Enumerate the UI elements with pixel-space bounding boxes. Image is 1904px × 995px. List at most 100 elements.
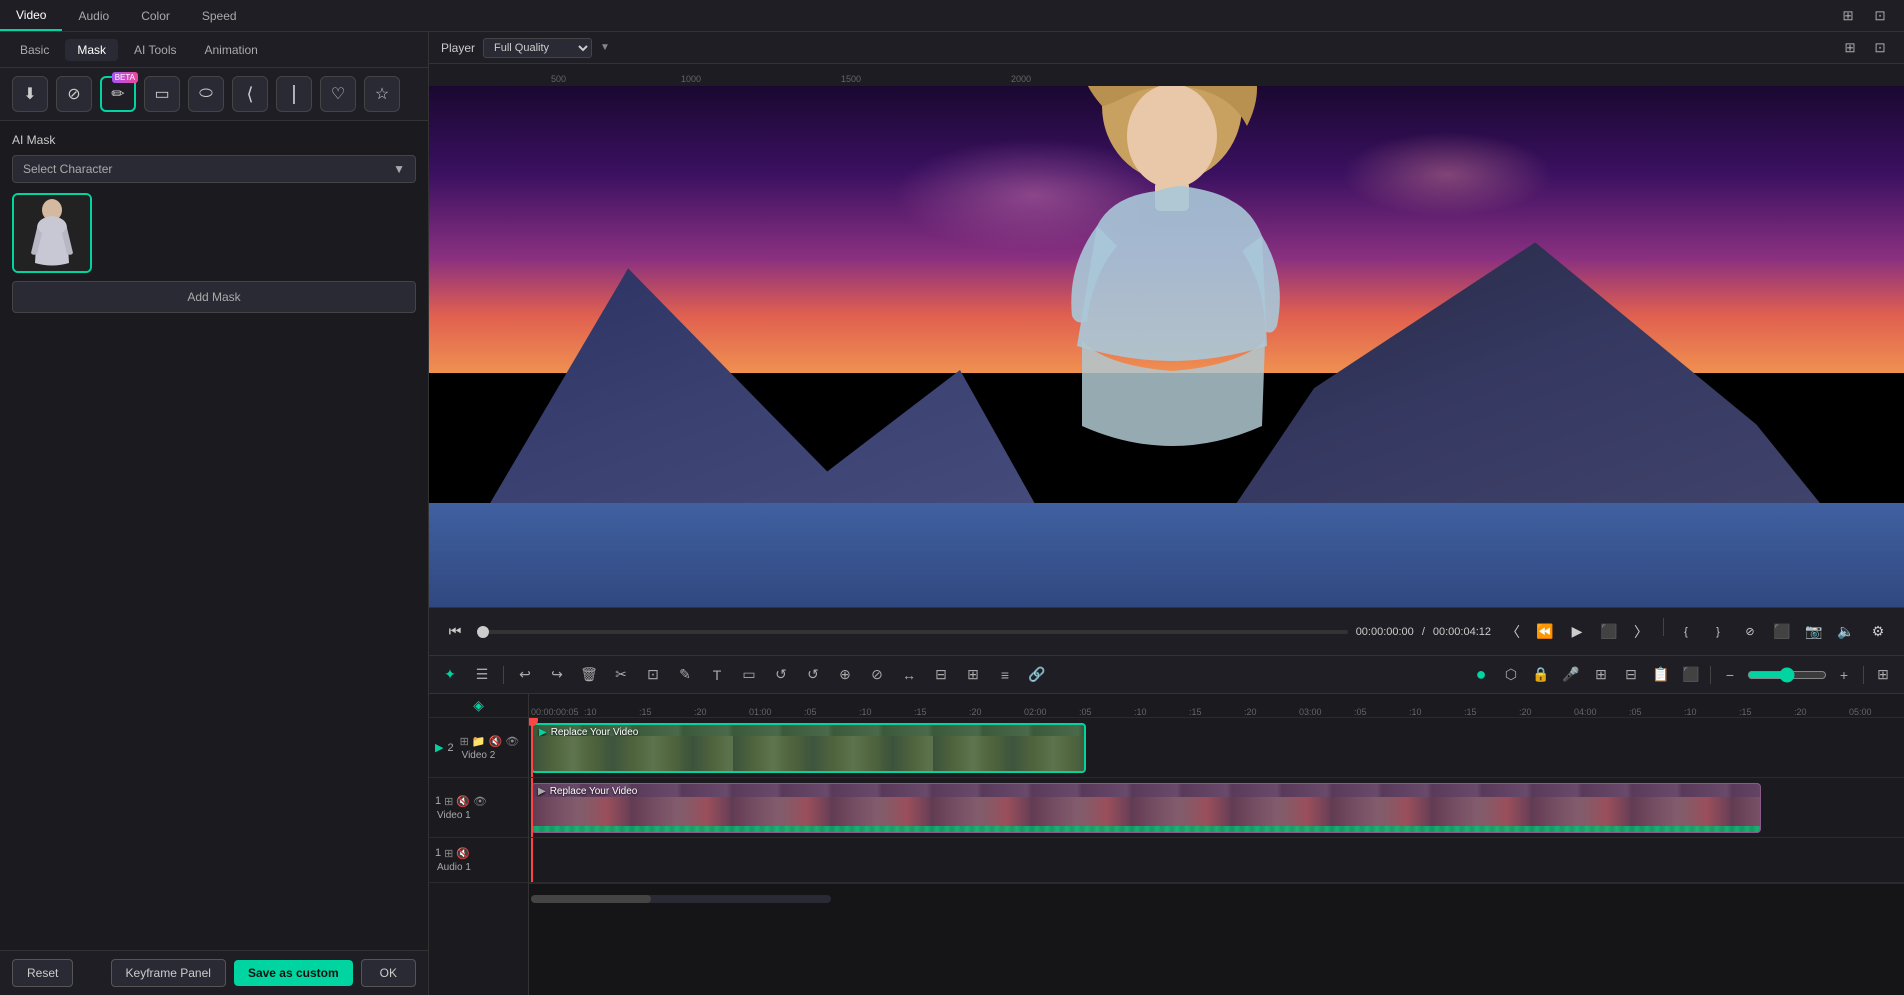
tracks-scrollable[interactable]: ▶ Replace Your Video [529, 718, 1904, 995]
video2-add-icon[interactable]: ⊞ [460, 735, 469, 748]
in-point-button[interactable]: { [1672, 618, 1700, 646]
tl-redo-icon[interactable]: ↪ [544, 662, 570, 688]
video2-frames [533, 736, 1084, 771]
tool-ellipse[interactable]: ⬭ [188, 76, 224, 112]
track-label-video2: ▶ 2 ⊞ 📁 🔇 👁 Video 2 [429, 718, 528, 778]
ok-button[interactable]: OK [361, 959, 416, 987]
single-layout-icon[interactable]: ⊡ [1868, 36, 1892, 60]
ruler-t8: :20 [969, 707, 1024, 717]
grid-icon[interactable]: ⊞ [1836, 4, 1860, 28]
tool-line1[interactable]: ⟨ [232, 76, 268, 112]
keyframe-panel-button[interactable]: Keyframe Panel [111, 959, 226, 987]
tl-text-icon[interactable]: T [704, 662, 730, 688]
tl-rect-icon[interactable]: ▭ [736, 662, 762, 688]
layout-icon[interactable]: ⊡ [1868, 4, 1892, 28]
tl-toggle-2[interactable]: ⬡ [1498, 662, 1524, 688]
tl-toggle-7[interactable]: 📋 [1648, 662, 1674, 688]
ruler-playhead-marker[interactable]: ◈ [473, 697, 484, 714]
video2-label-text: Video 2 [460, 750, 520, 761]
tl-grid-icon[interactable]: ⊞ [1870, 662, 1896, 688]
tool-rectangle[interactable]: ▭ [144, 76, 180, 112]
ruler-t15: :05 [1354, 707, 1409, 717]
player-header-icons: ⊞ ⊡ [1838, 36, 1892, 60]
tl-toggle-3[interactable]: 🔒 [1528, 662, 1554, 688]
extract-button[interactable]: ⊘ [1736, 618, 1764, 646]
tab-speed[interactable]: Speed [186, 0, 253, 31]
tool-draw[interactable]: ✏ BETA [100, 76, 136, 112]
audio1-controls: 1 ⊞ 🔇 Audio 1 [435, 847, 471, 873]
prev-frame-button[interactable]: 〈 [1499, 618, 1527, 646]
tl-flip-icon[interactable]: ↺ [800, 662, 826, 688]
tl-delete-icon[interactable]: 🗑 [576, 662, 602, 688]
play-button[interactable]: ▶ [1563, 618, 1591, 646]
audio1-mute-icon[interactable]: 🔇 [456, 847, 470, 860]
tab-ai-tools[interactable]: AI Tools [122, 39, 188, 61]
video2-clip[interactable]: ▶ Replace Your Video [531, 723, 1086, 773]
video2-folder-icon[interactable]: 📁 [472, 735, 486, 748]
tl-expand-icon[interactable]: ↔ [896, 662, 922, 688]
tl-add-icon[interactable]: ✦ [437, 662, 463, 688]
tab-mask[interactable]: Mask [65, 39, 118, 61]
tab-video[interactable]: Video [0, 0, 62, 31]
step-back-button[interactable]: ⏪ [1531, 618, 1559, 646]
select-character-dropdown[interactable]: Select Character ▼ [12, 155, 416, 183]
video2-eye-icon[interactable]: 👁 [505, 735, 519, 748]
tl-rotate-icon[interactable]: ↺ [768, 662, 794, 688]
tool-line2[interactable]: | [276, 76, 312, 112]
character-item-0[interactable] [12, 193, 92, 273]
tl-zoom-out-icon[interactable]: − [1717, 662, 1743, 688]
tl-crop-icon[interactable]: ⊡ [640, 662, 666, 688]
rewind-button[interactable]: ⏮ [441, 618, 469, 646]
tl-toggle-4[interactable]: 🎤 [1558, 662, 1584, 688]
video1-add-icon[interactable]: ⊞ [444, 795, 453, 808]
stop-button[interactable]: ⬛ [1595, 618, 1623, 646]
save-custom-button[interactable]: Save as custom [234, 960, 353, 986]
tl-edit-icon[interactable]: ✎ [672, 662, 698, 688]
timeline-scrubber[interactable] [477, 630, 1348, 634]
tool-star[interactable]: ☆ [364, 76, 400, 112]
tool-heart[interactable]: ♡ [320, 76, 356, 112]
video1-track-row: ▶ Replace Your Video [529, 778, 1904, 838]
snapshot-button[interactable]: 📷 [1800, 618, 1828, 646]
reset-button[interactable]: Reset [12, 959, 73, 987]
audio1-ctrl-row: 1 ⊞ 🔇 [435, 847, 471, 860]
video2-mute-icon[interactable]: 🔇 [489, 735, 503, 748]
tl-toggle-5[interactable]: ⊞ [1588, 662, 1614, 688]
add-mask-button[interactable]: Add Mask [12, 281, 416, 313]
tab-color[interactable]: Color [125, 0, 186, 31]
quality-select[interactable]: Full Quality Half Quality Quarter Qualit… [483, 38, 592, 58]
settings-button[interactable]: ⚙ [1864, 618, 1892, 646]
tl-lock-icon[interactable]: ⊟ [928, 662, 954, 688]
zoom-slider[interactable] [1747, 667, 1827, 683]
timeline-scrollbar[interactable] [531, 895, 831, 903]
audio1-label-text: Audio 1 [435, 862, 471, 873]
tool-download[interactable]: ⬇ [12, 76, 48, 112]
tl-toggle-green[interactable]: ● [1468, 662, 1494, 688]
next-frame-button[interactable]: 〉 [1627, 618, 1655, 646]
tool-no-mask[interactable]: ⊘ [56, 76, 92, 112]
audio1-add-icon[interactable]: ⊞ [444, 847, 453, 860]
tl-toggle-8[interactable]: ⬛ [1678, 662, 1704, 688]
tl-toggle-6[interactable]: ⊟ [1618, 662, 1644, 688]
tl-link-icon[interactable]: 🔗 [1024, 662, 1050, 688]
tl-list-icon[interactable]: ≡ [992, 662, 1018, 688]
volume-button[interactable]: 🔈 [1832, 618, 1860, 646]
out-point-button[interactable]: } [1704, 618, 1732, 646]
grid-layout-icon[interactable]: ⊞ [1838, 36, 1862, 60]
tl-undo-icon[interactable]: ↩ [512, 662, 538, 688]
tl-zoom-in-icon[interactable]: + [1831, 662, 1857, 688]
tl-menu-icon[interactable]: ☰ [469, 662, 495, 688]
tab-audio[interactable]: Audio [62, 0, 125, 31]
video1-clip[interactable]: ▶ Replace Your Video [531, 783, 1761, 833]
tab-basic[interactable]: Basic [8, 39, 61, 61]
video1-mute-icon[interactable]: 🔇 [456, 795, 470, 808]
ruler-t1: :10 [584, 707, 639, 717]
tl-minus-icon[interactable]: ⊘ [864, 662, 890, 688]
video1-eye-icon[interactable]: 👁 [473, 795, 487, 808]
tl-group-icon[interactable]: ⊞ [960, 662, 986, 688]
tl-add2-icon[interactable]: ⊕ [832, 662, 858, 688]
fullscreen-button[interactable]: ⬛ [1768, 618, 1796, 646]
tl-cut-icon[interactable]: ✂ [608, 662, 634, 688]
tab-animation[interactable]: Animation [192, 39, 269, 61]
tracks-content: ▶ 2 ⊞ 📁 🔇 👁 Video 2 [429, 718, 1904, 995]
